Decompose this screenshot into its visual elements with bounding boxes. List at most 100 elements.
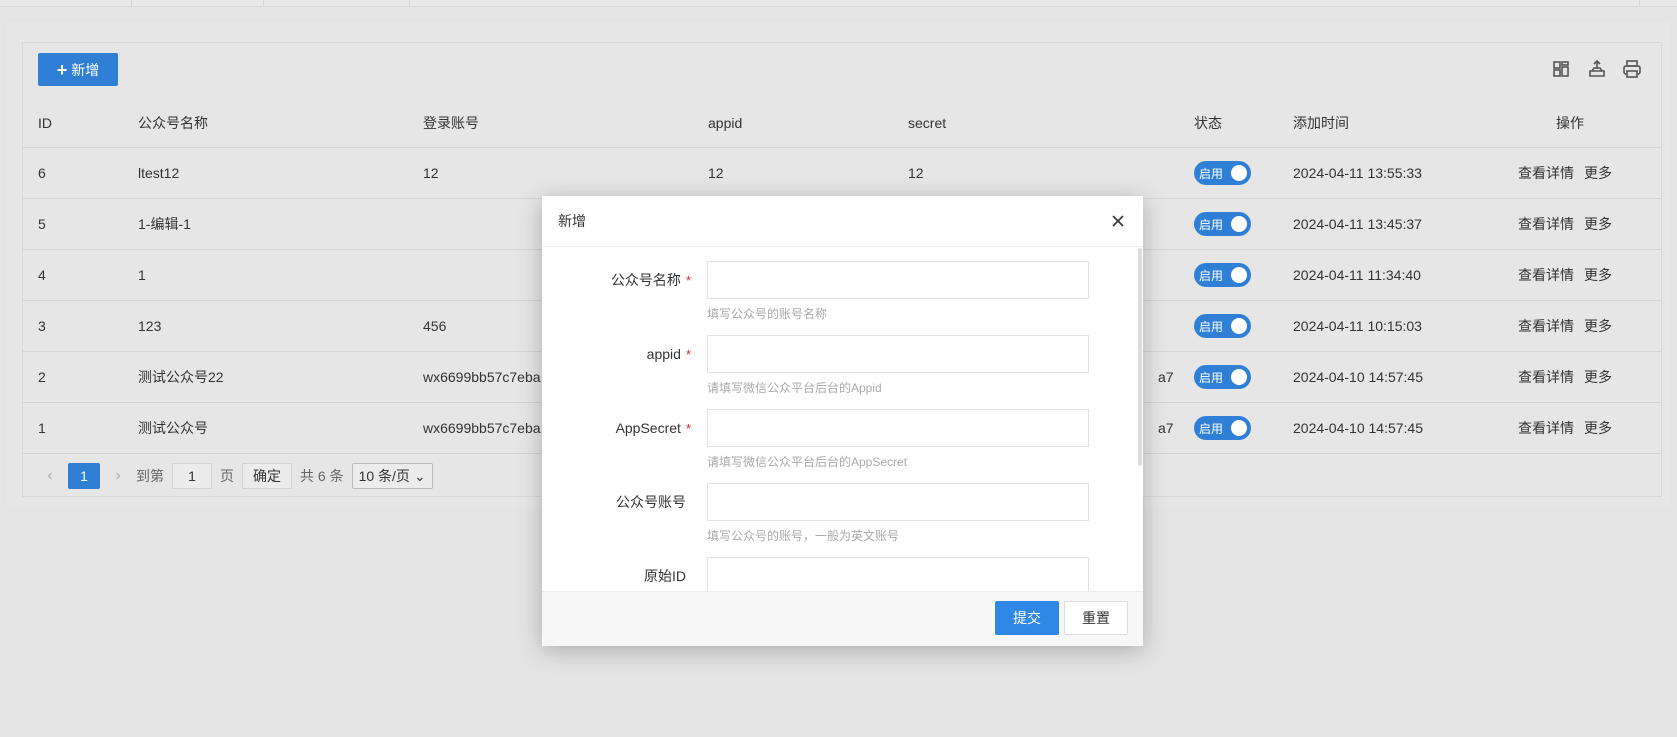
status-toggle[interactable]: 启用 — [1194, 416, 1251, 440]
cell-name: 1 — [138, 267, 146, 283]
current-page[interactable]: 1 — [68, 463, 100, 489]
toggle-knob — [1231, 267, 1247, 283]
toggle-knob — [1231, 216, 1247, 232]
next-page-icon[interactable]: › — [108, 467, 128, 485]
cell-id: 3 — [38, 318, 46, 334]
cell-time: 2024-04-10 14:57:45 — [1293, 369, 1423, 385]
page-input[interactable]: 1 — [172, 463, 212, 489]
goto-confirm-button[interactable]: 确定 — [242, 463, 292, 489]
top-bar — [0, 0, 1677, 7]
cell-status: 启用 — [1194, 352, 1251, 402]
status-toggle[interactable]: 启用 — [1194, 161, 1251, 185]
page-size-select[interactable]: 10 条/页 ⌄ — [351, 463, 433, 489]
status-toggle-label: 启用 — [1199, 319, 1224, 334]
view-detail-link[interactable]: 查看详情 — [1518, 265, 1574, 285]
header-time: 添加时间 — [1293, 114, 1349, 131]
table-row: 6 ltest12 12 12 12 启用 2024-04-11 13:55:3… — [22, 148, 1662, 199]
chevron-down-icon: ⌄ — [413, 467, 426, 484]
more-link[interactable]: 更多 — [1584, 214, 1612, 234]
header-secret: secret — [908, 114, 947, 131]
cell-id: 5 — [38, 216, 46, 232]
status-toggle[interactable]: 启用 — [1194, 314, 1251, 338]
total-count: 共 6 条 — [300, 468, 344, 484]
more-link[interactable]: 更多 — [1584, 418, 1612, 438]
field-label-text: appid — [646, 346, 681, 362]
top-tab-segment — [264, 0, 410, 6]
cell-name: 测试公众号22 — [138, 369, 224, 385]
cell-ops: 查看详情 更多 — [1518, 250, 1612, 300]
cell-appid: 12 — [708, 165, 724, 181]
appid-input[interactable] — [707, 335, 1089, 373]
modal-scrollbar[interactable] — [1138, 248, 1142, 466]
required-mark: * — [685, 346, 691, 362]
submit-button[interactable]: 提交 — [995, 601, 1059, 635]
columns-icon[interactable] — [1550, 58, 1572, 80]
required-mark: * — [685, 420, 691, 436]
account-input[interactable] — [707, 483, 1089, 521]
status-toggle[interactable]: 启用 — [1194, 212, 1251, 236]
cell-ops: 查看详情 更多 — [1518, 199, 1612, 249]
status-toggle[interactable]: 启用 — [1194, 365, 1251, 389]
add-modal: 新增 公众号名称 * 填写公众号的账号名称 appid * 请填写微信公众平台后台的… — [542, 196, 1143, 646]
cell-status: 启用 — [1194, 403, 1251, 453]
status-toggle-label: 启用 — [1199, 268, 1224, 283]
more-link[interactable]: 更多 — [1584, 367, 1612, 387]
cell-secret-clipped: a7 — [1158, 420, 1174, 436]
cell-login: wx6699bb57c7eba — [423, 420, 541, 436]
cell-name: ltest12 — [138, 165, 180, 181]
goto-label: 到第 — [136, 468, 164, 484]
view-detail-link[interactable]: 查看详情 — [1518, 316, 1574, 336]
field-label: AppSecret * — [616, 409, 691, 447]
top-tab-segment — [0, 0, 132, 6]
cell-name: 123 — [138, 318, 162, 334]
more-link[interactable]: 更多 — [1584, 163, 1612, 183]
header-id: ID — [38, 114, 52, 131]
modal-header: 新增 — [542, 196, 1143, 247]
prev-page-icon[interactable]: ‹ — [40, 467, 60, 485]
print-icon[interactable] — [1621, 58, 1643, 80]
account-name-input[interactable] — [707, 261, 1089, 299]
toggle-knob — [1231, 369, 1247, 385]
cell-ops: 查看详情 更多 — [1518, 148, 1612, 198]
more-link[interactable]: 更多 — [1584, 265, 1612, 285]
header-appid: appid — [708, 114, 743, 131]
appsecret-input[interactable] — [707, 409, 1089, 447]
modal-footer: 提交 重置 — [542, 591, 1143, 646]
cell-status: 启用 — [1194, 148, 1251, 198]
original-id-input[interactable] — [707, 557, 1089, 591]
cell-time: 2024-04-11 13:45:37 — [1293, 216, 1422, 232]
reset-button[interactable]: 重置 — [1064, 601, 1128, 635]
close-icon[interactable] — [1109, 212, 1127, 230]
top-tab-segment — [1600, 0, 1640, 6]
cell-secret: 12 — [908, 165, 924, 181]
required-mark: * — [685, 272, 691, 288]
view-detail-link[interactable]: 查看详情 — [1518, 214, 1574, 234]
field-label-text: 原始ID — [644, 568, 686, 584]
cell-status: 启用 — [1194, 199, 1251, 249]
export-icon[interactable] — [1586, 58, 1608, 80]
field-label: appid * — [647, 335, 691, 373]
field-label-text: 公众号账号 — [616, 494, 686, 510]
view-detail-link[interactable]: 查看详情 — [1518, 367, 1574, 387]
cell-name: 1-编辑-1 — [138, 216, 191, 232]
view-detail-link[interactable]: 查看详情 — [1518, 163, 1574, 183]
field-hint: 填写公众号的账号名称 — [707, 307, 828, 321]
toggle-knob — [1231, 318, 1247, 334]
status-toggle[interactable]: 启用 — [1194, 263, 1251, 287]
add-button-label: 新增 — [71, 61, 100, 78]
toggle-knob — [1231, 165, 1247, 181]
toggle-knob — [1231, 420, 1247, 436]
cell-name: 测试公众号 — [138, 420, 208, 436]
cell-time: 2024-04-11 13:55:33 — [1293, 165, 1422, 181]
cell-ops: 查看详情 更多 — [1518, 301, 1612, 351]
field-label-text: AppSecret — [615, 420, 681, 436]
more-link[interactable]: 更多 — [1584, 316, 1612, 336]
cell-time: 2024-04-11 11:34:40 — [1293, 267, 1421, 283]
pagination: ‹ 1 › 到第 1 页 确定 共 6 条 10 条/页 ⌄ — [40, 463, 433, 489]
header-ops: 操作 — [1556, 114, 1584, 131]
cell-login: 12 — [423, 165, 439, 181]
field-label: 公众号名称 * — [611, 261, 691, 299]
view-detail-link[interactable]: 查看详情 — [1518, 418, 1574, 438]
header-name: 公众号名称 — [138, 114, 208, 131]
add-button[interactable]: + 新增 — [38, 53, 118, 86]
